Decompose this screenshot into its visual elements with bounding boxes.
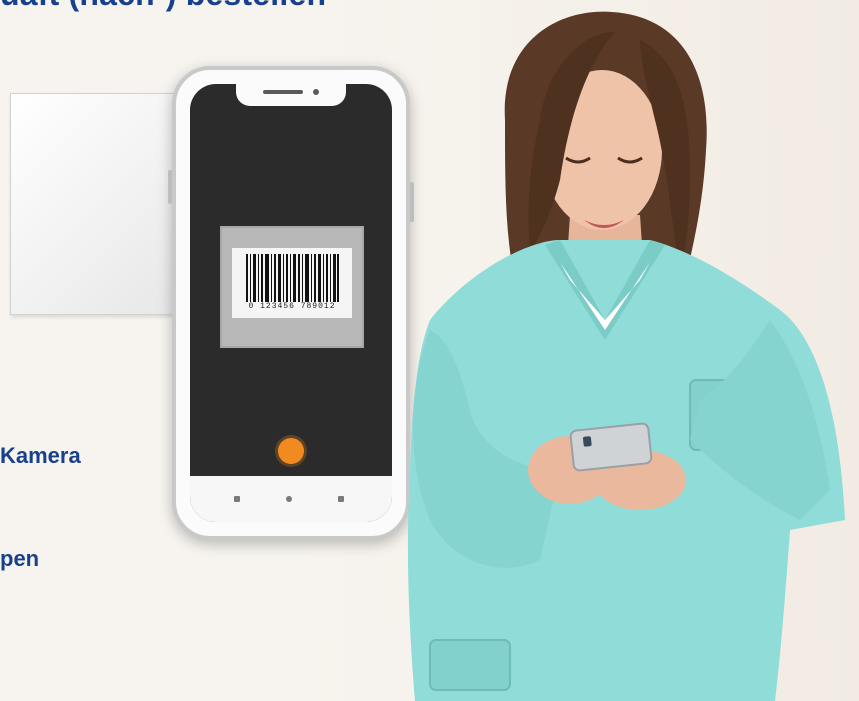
smartphone: 0 123456 789012 [168,66,414,540]
nurse-illustration [407,11,845,701]
camera-shutter-icon[interactable] [278,438,304,464]
page-headline: uaft (nach-) bestellen [0,0,326,13]
nav-home-icon[interactable] [286,496,292,502]
scanned-label: 0 123456 789012 [232,248,352,318]
step-text-camera: Kamera [0,443,81,468]
phone-screen: 0 123456 789012 [190,84,392,522]
phone-volume-button [168,170,172,204]
barcode-icon [246,254,339,302]
scan-viewfinder: 0 123456 789012 [220,226,364,348]
barcode-number: 0 123456 789012 [248,302,336,311]
front-camera-icon [313,89,319,95]
nav-back-icon[interactable] [234,496,240,502]
phone-notch [236,84,346,106]
step-text-open: pen [0,546,40,571]
speaker-icon [263,90,303,94]
label-card [10,93,180,315]
phone-nav-bar [190,476,392,522]
nav-recent-icon[interactable] [338,496,344,502]
